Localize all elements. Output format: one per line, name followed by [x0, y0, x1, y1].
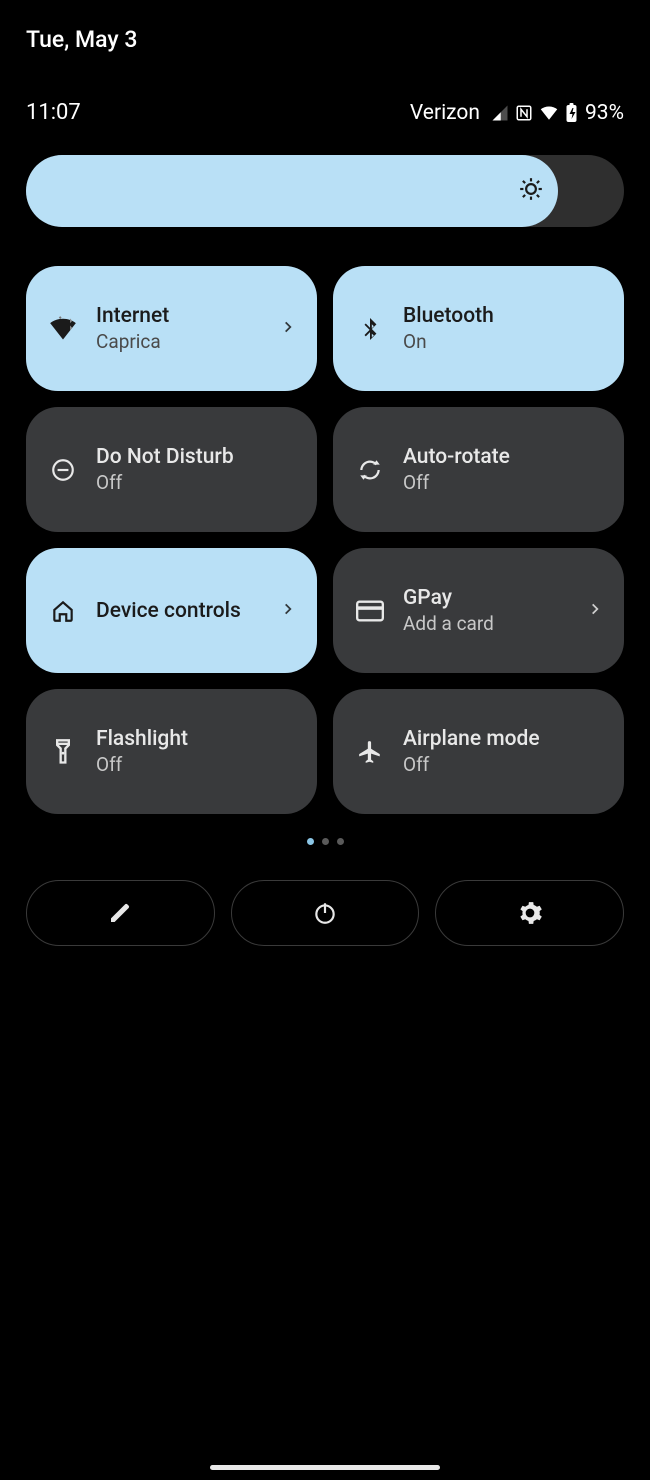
quick-settings-grid: Internet Caprica Bluetooth On Do Not Dis… [26, 266, 624, 814]
tile-title: GPay [403, 586, 570, 610]
brightness-fill [26, 155, 558, 227]
tile-title: Internet [96, 304, 263, 328]
home-icon [48, 598, 78, 624]
tile-gpay[interactable]: GPay Add a card [333, 548, 624, 673]
tile-airplane[interactable]: Airplane mode Off [333, 689, 624, 814]
tile-subtitle: Add a card [403, 612, 570, 635]
tile-subtitle: Caprica [96, 330, 263, 353]
pager-dot [307, 838, 314, 845]
date-label: Tue, May 3 [26, 26, 137, 53]
tile-dnd[interactable]: Do Not Disturb Off [26, 407, 317, 532]
tile-device-controls[interactable]: Device controls [26, 548, 317, 673]
wifi-status-icon [539, 104, 559, 122]
tile-title: Device controls [96, 599, 263, 623]
wifi-icon [48, 315, 78, 343]
tile-subtitle: Off [96, 471, 295, 494]
bottom-actions [26, 880, 624, 946]
brightness-slider[interactable] [26, 155, 624, 227]
tile-title: Do Not Disturb [96, 445, 295, 469]
card-icon [355, 600, 385, 622]
chevron-right-icon [281, 316, 295, 342]
flashlight-icon [48, 738, 78, 766]
tile-subtitle: Off [96, 753, 295, 776]
tile-title: Flashlight [96, 727, 295, 751]
home-indicator[interactable] [210, 1465, 440, 1470]
tile-title: Bluetooth [403, 304, 602, 328]
settings-button[interactable] [435, 880, 624, 946]
autorotate-icon [355, 457, 385, 483]
tile-subtitle: On [403, 330, 602, 353]
status-bar: 11:07 Verizon 93% [0, 100, 650, 125]
battery-charging-icon [565, 103, 578, 123]
power-icon [312, 900, 338, 926]
airplane-icon [355, 739, 385, 765]
pencil-icon [108, 901, 132, 925]
tile-subtitle: Off [403, 471, 602, 494]
dnd-icon [48, 457, 78, 483]
pager-dot [322, 838, 329, 845]
brightness-icon [518, 176, 544, 206]
tile-subtitle: Off [403, 753, 602, 776]
tile-autorotate[interactable]: Auto-rotate Off [333, 407, 624, 532]
nfc-icon [515, 104, 533, 122]
tile-bluetooth[interactable]: Bluetooth On [333, 266, 624, 391]
chevron-right-icon [588, 598, 602, 624]
page-indicator [0, 838, 650, 845]
pager-dot [337, 838, 344, 845]
tile-internet[interactable]: Internet Caprica [26, 266, 317, 391]
status-right: Verizon 93% [410, 101, 624, 125]
signal-icon [491, 104, 509, 122]
tile-title: Auto-rotate [403, 445, 602, 469]
clock: 11:07 [26, 100, 81, 125]
gear-icon [517, 900, 543, 926]
chevron-right-icon [281, 598, 295, 624]
edit-button[interactable] [26, 880, 215, 946]
power-button[interactable] [231, 880, 420, 946]
bluetooth-icon [355, 315, 385, 343]
tile-title: Airplane mode [403, 727, 602, 751]
tile-flashlight[interactable]: Flashlight Off [26, 689, 317, 814]
battery-percent: 93% [585, 101, 624, 125]
status-icons [491, 103, 578, 123]
carrier-label: Verizon [410, 101, 480, 125]
